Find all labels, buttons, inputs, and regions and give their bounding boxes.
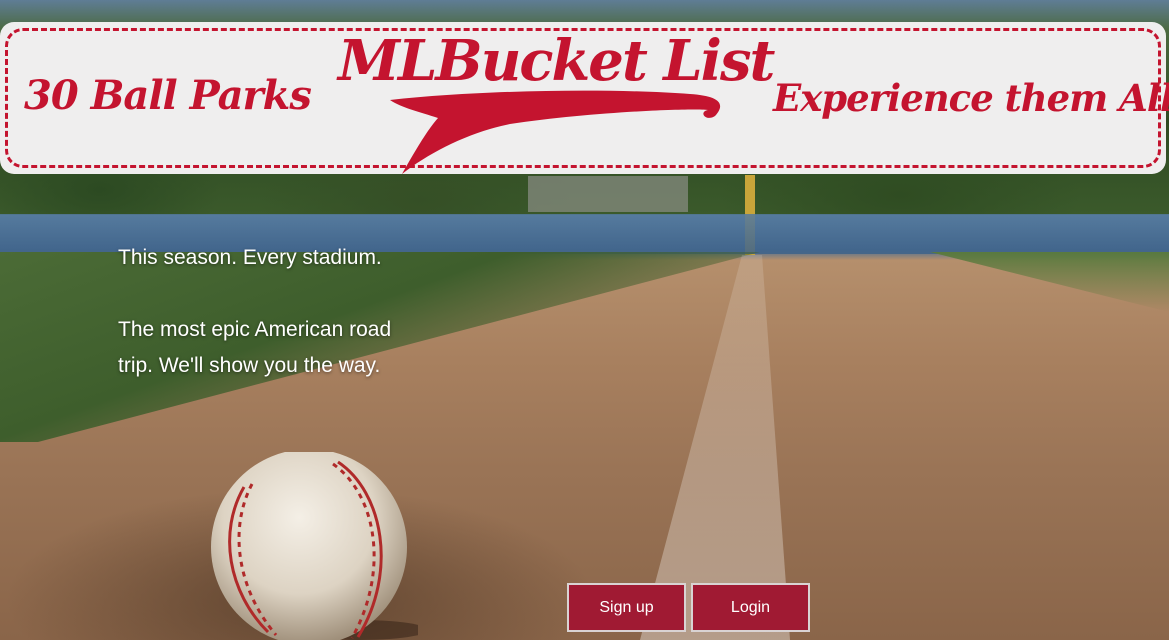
- hero-line-1: This season. Every stadium.: [118, 246, 382, 269]
- login-button[interactable]: Login: [691, 583, 810, 632]
- logo-swoosh: [390, 90, 721, 174]
- baseball-image: [211, 452, 418, 640]
- signup-button[interactable]: Sign up: [567, 583, 686, 632]
- background-scoreboard: [528, 176, 688, 212]
- hero-text: This season. Every stadium. The most epi…: [118, 240, 398, 420]
- page-background: 30 Ball Parks MLBucket List Experience t…: [0, 0, 1169, 640]
- logo-text[interactable]: MLBucket List: [338, 28, 775, 94]
- tagline-right: Experience them All.: [773, 76, 1169, 120]
- grass-right: [930, 252, 1169, 312]
- hero-line-2: The most epic American road trip. We'll …: [118, 318, 392, 377]
- header-banner: 30 Ball Parks MLBucket List Experience t…: [0, 22, 1169, 174]
- tagline-left: 30 Ball Parks: [24, 72, 312, 119]
